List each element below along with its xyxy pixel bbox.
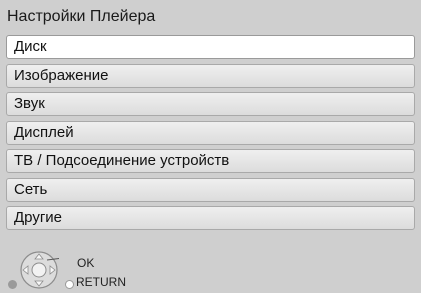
- return-legend: RETURN: [76, 275, 126, 289]
- menu-item-disc[interactable]: Диск: [6, 35, 415, 59]
- left-dot-icon: [8, 280, 17, 289]
- menu-item-picture[interactable]: Изображение: [6, 63, 415, 88]
- menu-item-sound[interactable]: Звук: [6, 92, 415, 116]
- settings-menu: Диск Изображение Звук Дисплей ТВ / Подсо…: [6, 35, 415, 235]
- dpad-icon: [20, 251, 59, 289]
- menu-item-display[interactable]: Дисплей: [6, 120, 415, 145]
- menu-item-tv-connection[interactable]: ТВ / Подсоединение устройств: [6, 149, 415, 173]
- ok-legend: OK: [77, 256, 95, 270]
- menu-item-network[interactable]: Сеть: [6, 177, 415, 202]
- player-settings-screen: Настройки Плейера Диск Изображение Звук …: [0, 0, 421, 293]
- menu-item-others[interactable]: Другие: [6, 206, 415, 230]
- return-dot-icon: [65, 280, 74, 289]
- page-title: Настройки Плейера: [7, 8, 156, 25]
